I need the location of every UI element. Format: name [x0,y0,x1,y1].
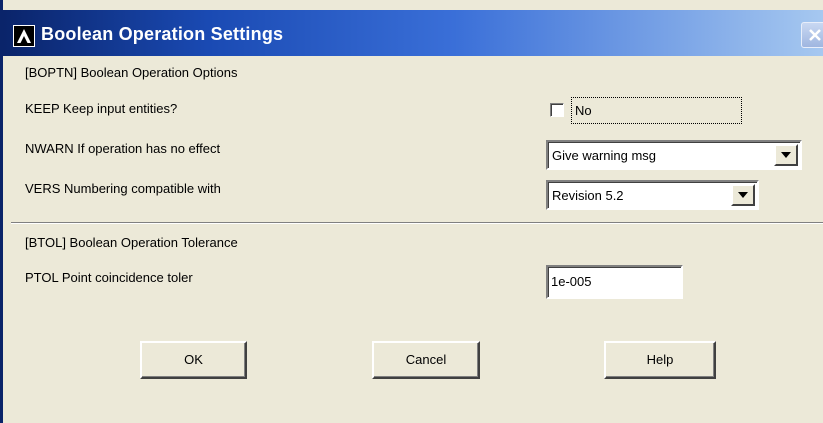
keep-label: KEEP Keep input entities? [25,101,178,116]
close-icon [809,29,821,41]
help-button[interactable]: Help [604,341,716,379]
chevron-down-icon [738,192,748,198]
vers-label: VERS Numbering compatible with [25,181,221,196]
section-header-boptn: [BOPTN] Boolean Operation Options [25,65,238,80]
chevron-down-icon [781,152,791,158]
vers-dropdown-button[interactable] [731,184,755,206]
nwarn-dropdown-button[interactable] [774,144,798,166]
ptol-field[interactable] [546,265,683,299]
boolean-settings-dialog: Boolean Operation Settings [BOPTN] Boole… [0,0,823,423]
ptol-label: PTOL Point coincidence toler [25,270,193,285]
keep-checkbox-label[interactable]: No [575,103,592,118]
ansys-logo-icon [13,25,35,47]
keep-checkbox[interactable] [550,103,564,117]
section-divider [11,222,823,224]
nwarn-select-value: Give warning msg [552,148,657,163]
close-button[interactable] [801,22,823,48]
window-title: Boolean Operation Settings [41,24,284,44]
ok-button[interactable]: OK [140,341,247,379]
vers-select[interactable]: Revision 5.2 [546,180,759,210]
cancel-button[interactable]: Cancel [372,341,480,379]
title-bar[interactable]: Boolean Operation Settings [3,10,823,56]
ptol-input[interactable] [551,274,676,289]
keep-focus-rect [571,97,742,124]
nwarn-label: NWARN If operation has no effect [25,141,221,156]
section-header-btol: [BTOL] Boolean Operation Tolerance [25,235,238,250]
vers-select-value: Revision 5.2 [552,188,624,203]
nwarn-select[interactable]: Give warning msg [546,140,802,170]
